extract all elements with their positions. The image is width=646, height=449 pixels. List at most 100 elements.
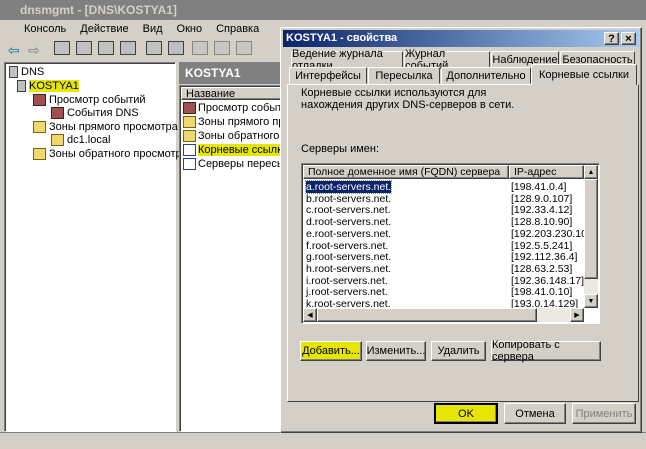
menu-window[interactable]: Окно [177,23,203,35]
tree-item-zone[interactable]: dc1.local [51,134,110,146]
fqdn-cell: a.root-servers.net. [304,180,393,194]
hscroll-thumb[interactable] [317,308,537,322]
menu-bar: Консоль Действие Вид Окно Справка [24,23,273,35]
fqdn-cell: c.root-servers.net. [306,204,391,217]
fqdn-cell: d.root-servers.net. [306,216,392,229]
server-row[interactable]: e.root-servers.net. [192.203.230.10] [304,228,597,240]
menu-action[interactable]: Действие [80,23,128,35]
help-button[interactable]: ? [604,32,619,45]
tab-forwarders[interactable]: Пересылка [368,67,440,84]
column-fqdn[interactable]: Полное доменное имя (FQDN) сервера [303,165,509,179]
tree-item-dns-events[interactable]: События DNS [51,107,139,119]
apply-button[interactable]: Применить [572,403,636,424]
label: Серверы пересыл [198,158,292,170]
ip-cell: [192.33.4.12] [511,204,573,217]
horizontal-scrollbar[interactable]: ◀ ▶ [303,308,584,322]
help-icon[interactable] [146,41,162,55]
column-ip[interactable]: IP-адрес [509,165,584,179]
menu-view[interactable]: Вид [143,23,163,35]
windows-icon[interactable] [236,41,252,55]
server-row[interactable]: b.root-servers.net. [128.9.0.107] [304,193,597,205]
tree-item-server[interactable]: KOSTYA1 [17,80,79,92]
properties-icon[interactable] [98,41,114,55]
server-row[interactable]: g.root-servers.net. [192.112.36.4] [304,251,597,263]
ip-cell: [128.8.10.90] [511,216,573,229]
folder-icon [33,121,46,133]
folder-icon [183,130,196,142]
scroll-left-icon[interactable]: ◀ [303,308,317,322]
ip-cell: [192.5.5.241] [511,239,573,252]
description: Корневые ссылки используются для нахожде… [301,87,515,111]
fqdn-cell: f.root-servers.net. [306,239,389,252]
cancel-button[interactable]: Отмена [504,403,566,424]
up-folder-icon[interactable] [54,41,70,55]
server-icon [17,80,26,92]
tab-interfaces[interactable]: Интерфейсы [289,67,367,84]
menu-console[interactable]: Консоль [24,23,66,35]
action-pane-icon[interactable] [168,41,184,55]
event-viewer-icon [183,102,196,114]
show-tree-icon[interactable] [76,41,92,55]
tab-debug-log[interactable]: Ведение журнала отладки [291,48,403,72]
server-row[interactable]: a.root-servers.net. [198.41.0.4] [304,180,597,194]
scroll-thumb[interactable] [584,179,598,279]
server-row[interactable]: j.root-servers.net. [198.41.0.10] [304,286,597,298]
log-icon [51,107,64,119]
fqdn-cell: j.root-servers.net. [306,286,388,299]
window-title: dnsmgmt - [DNS\KOSTYA1] [20,3,177,17]
ip-cell: [192.112.36.4] [511,251,578,264]
tree-item-forward[interactable]: Зоны прямого просмотра [33,121,178,133]
server-row[interactable]: f.root-servers.net. [192.5.5.241] [304,240,597,252]
ip-cell: [128.63.2.53] [511,262,573,275]
label: Зоны обратного просмотра [49,148,188,160]
tab-event-log[interactable]: Журнал событий [404,48,490,72]
server-row[interactable]: h.root-servers.net. [128.63.2.53] [304,263,597,275]
scroll-down-icon[interactable]: ▼ [584,294,598,308]
list-item[interactable]: Корневые ссылки [183,144,289,156]
export-icon[interactable] [120,41,136,55]
main-title-bar: dnsmgmt - [DNS\KOSTYA1] [0,0,646,20]
properties-dialog: KOSTYA1 - свойства ? × Ведение журнала о… [280,27,642,433]
edit-button[interactable]: Изменить... [366,341,426,361]
tab-advanced[interactable]: Дополнительно [441,67,531,84]
menu-help[interactable]: Справка [216,23,259,35]
close-button[interactable]: × [621,32,636,45]
list-item[interactable]: Просмотр событий [183,102,295,114]
fqdn-cell: e.root-servers.net. [306,227,392,240]
ok-button[interactable]: OK [434,403,498,424]
dns-icon [9,66,18,78]
server-row[interactable]: c.root-servers.net. [192.33.4.12] [304,204,597,216]
label: События DNS [67,107,139,119]
server-row[interactable]: d.root-servers.net. [128.8.10.90] [304,216,597,228]
copy-from-server-button[interactable]: Копировать с сервера [491,339,601,363]
ip-cell: [198.41.0.4] [511,181,567,193]
fqdn-cell: b.root-servers.net. [306,192,392,205]
tree-item-reverse[interactable]: Зоны обратного просмотра [33,148,188,160]
server-icon[interactable] [192,41,208,55]
details-pane: Название Просмотр событий Зоны прямого п… [179,85,296,432]
tree-item-dns[interactable]: DNS [9,66,44,78]
root-hints-icon [183,144,196,156]
list-item[interactable]: Зоны обратного пр [183,130,294,142]
tree-pane: DNS KOSTYA1 Просмотр событий События DNS… [4,62,188,432]
tab-root-hints[interactable]: Корневые ссылки [531,64,637,85]
event-viewer-icon [33,94,46,106]
list-icon[interactable] [214,41,230,55]
add-button[interactable]: Добавить... [300,341,362,361]
back-icon[interactable]: ⇦ [8,42,20,59]
list-item[interactable]: Серверы пересыл [183,158,291,170]
forward-icon[interactable]: ⇨ [28,42,40,59]
scroll-right-icon[interactable]: ▶ [570,308,584,322]
pane-header: KOSTYA1 [179,62,289,84]
label: DNS [21,66,45,78]
vertical-scrollbar[interactable]: ▲ ▼ [584,165,598,308]
ip-cell: [192.36.148.17] [511,274,584,287]
remove-button[interactable]: Удалить [431,341,486,361]
label: KOSTYA1 [29,80,79,92]
tree-item-events[interactable]: Просмотр событий [33,94,146,106]
scroll-up-icon[interactable]: ▲ [584,165,598,179]
fqdn-cell: h.root-servers.net. [306,262,392,275]
server-row[interactable]: i.root-servers.net. [192.36.148.17] [304,275,597,287]
servers-list[interactable]: Полное доменное имя (FQDN) сервера IP-ад… [301,163,600,324]
column-header-name[interactable]: Название [181,87,286,100]
